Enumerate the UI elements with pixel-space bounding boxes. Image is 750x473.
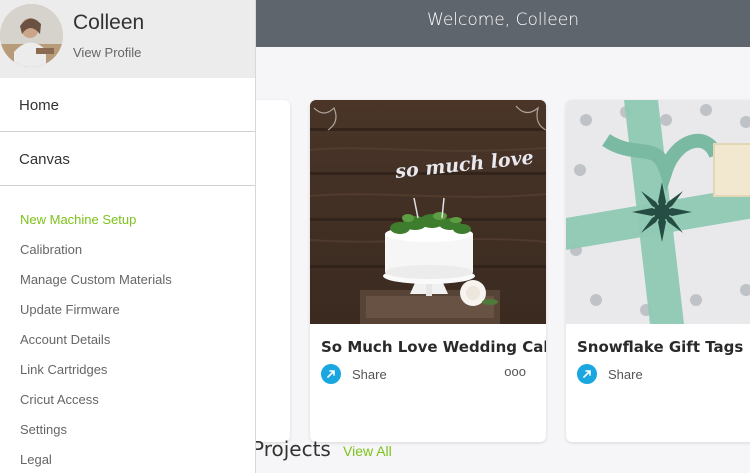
menu-item-label: New Machine Setup: [20, 212, 137, 227]
menu-item-label: Manage Custom Materials: [20, 272, 172, 287]
menu-item-update-firmware[interactable]: Update Firmware: [0, 300, 255, 330]
share-label[interactable]: Share: [608, 367, 643, 382]
menu-item-label: Cricut Access: [20, 392, 99, 407]
menu-item-label: Legal: [20, 452, 52, 467]
menu-item-legal[interactable]: Legal: [0, 450, 255, 473]
sidebar-menu: Colleen View Profile Home Canvas New Mac…: [0, 0, 256, 473]
share-icon[interactable]: [577, 364, 597, 384]
menu-item-manage-custom-materials[interactable]: Manage Custom Materials: [0, 270, 255, 300]
share-label[interactable]: Share: [352, 367, 387, 382]
share-action[interactable]: Share: [321, 363, 387, 385]
nav-item-label: Home: [19, 97, 60, 114]
menu-item-new-machine-setup[interactable]: New Machine Setup: [0, 210, 255, 240]
menu-item-link-cartridges[interactable]: Link Cartridges: [0, 360, 255, 390]
main-nav: Home Canvas: [0, 78, 255, 186]
project-card-wedding-cake[interactable]: so much love So Much Love Wedding Cake T…: [310, 100, 546, 442]
menu-item-settings[interactable]: Settings: [0, 420, 255, 450]
menu-item-account-details[interactable]: Account Details: [0, 330, 255, 360]
avatar[interactable]: [0, 4, 63, 67]
menu-item-label: Settings: [20, 422, 67, 437]
menu-item-label: Calibration: [20, 242, 83, 257]
profile-header[interactable]: Colleen View Profile: [0, 0, 255, 78]
project-image-wedding-cake[interactable]: so much love: [310, 100, 546, 324]
more-options-icon[interactable]: ooo: [504, 364, 526, 379]
menu-item-label: Update Firmware: [20, 302, 120, 317]
project-image-snowflake-tags[interactable]: [566, 100, 750, 324]
view-profile-link[interactable]: View Profile: [73, 45, 141, 60]
project-card-snowflake-tags[interactable]: Snowflake Gift Tags Share: [566, 100, 750, 442]
nav-item-label: Canvas: [19, 151, 70, 168]
nav-item-home[interactable]: Home: [0, 78, 255, 132]
secondary-nav: New Machine Setup Calibration Manage Cus…: [0, 186, 255, 473]
projects-section-title: Projects: [252, 437, 331, 461]
view-all-link[interactable]: View All: [343, 443, 392, 459]
project-title[interactable]: Snowflake Gift Tags: [577, 338, 743, 356]
main-content: so much love So Much Love Wedding Cake T…: [226, 47, 750, 473]
menu-item-label: Account Details: [20, 332, 111, 347]
project-title[interactable]: So Much Love Wedding Cake T: [321, 338, 546, 356]
share-action[interactable]: Share: [577, 363, 643, 385]
menu-item-cricut-access[interactable]: Cricut Access: [0, 390, 255, 420]
welcome-text: Welcome, Colleen: [427, 10, 579, 30]
menu-item-calibration[interactable]: Calibration: [0, 240, 255, 270]
share-icon[interactable]: [321, 364, 341, 384]
nav-item-canvas[interactable]: Canvas: [0, 132, 255, 186]
profile-name: Colleen: [73, 11, 145, 34]
menu-item-label: Link Cartridges: [20, 362, 108, 377]
